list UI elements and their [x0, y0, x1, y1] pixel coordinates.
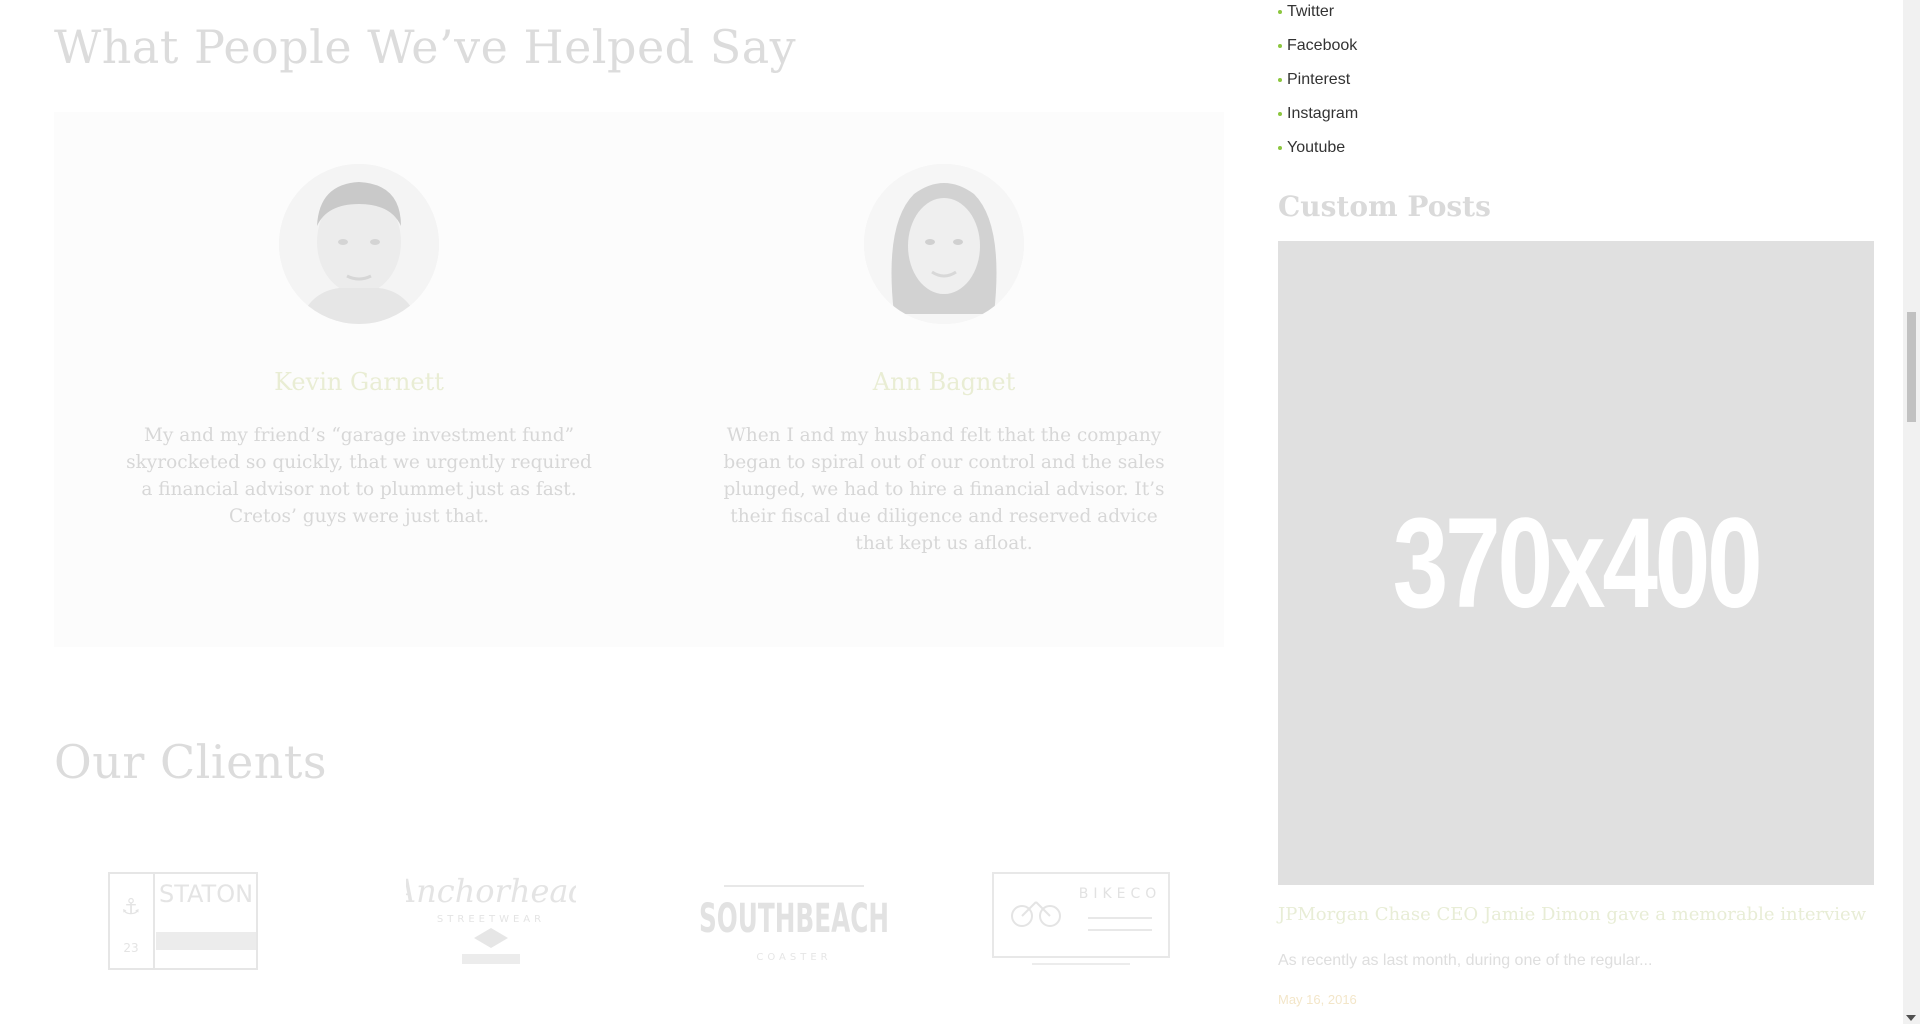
client-logo-staton[interactable]: ⚓ 23 STATON: [108, 872, 258, 972]
logo-name: STATON: [159, 880, 253, 908]
testimonial-card: Ann Bagnet When I and my husband felt th…: [694, 112, 1194, 557]
sidebar: Twitter Facebook Pinterest Instagram You…: [1278, 0, 1874, 1024]
post-date: May 16, 2016: [1278, 992, 1357, 1007]
social-link-label: Youtube: [1287, 139, 1346, 156]
logo-number: 23: [123, 941, 138, 955]
testimonial-name: Ann Bagnet: [872, 368, 1016, 396]
post-title-link[interactable]: JPMorgan Chase CEO Jamie Dimon gave a me…: [1278, 904, 1866, 925]
main-column: What People We’ve Helped Say Kevin Garne…: [0, 0, 1240, 1024]
clients-logos: ⚓ 23 STATON Anchorhead STREETWEAR SOUTHB…: [54, 860, 1224, 980]
testimonials-panel: Kevin Garnett My and my friend’s “garage…: [54, 112, 1224, 647]
logo-sub: STREETWEAR: [437, 914, 545, 925]
post-excerpt: As recently as last month, during one of…: [1278, 952, 1653, 969]
svg-text:⚓: ⚓: [121, 895, 141, 920]
testimonials-title: What People We’ve Helped Say: [54, 20, 797, 74]
social-link-twitter[interactable]: Twitter: [1278, 0, 1358, 34]
social-link-label: Instagram: [1287, 105, 1359, 122]
custom-posts-title: Custom Posts: [1278, 190, 1491, 223]
social-link-label: Pinterest: [1287, 71, 1351, 88]
client-logo-bikeco[interactable]: BIKECO: [992, 872, 1170, 972]
bullet-icon: [1278, 112, 1282, 116]
testimonial-quote: My and my friend’s “garage investment fu…: [126, 425, 592, 527]
logo-name: BIKECO: [1079, 886, 1162, 902]
logo-name: Anchorhead: [406, 872, 576, 910]
client-logo-southbeach[interactable]: SOUTHBEACH COASTER: [694, 872, 894, 972]
bullet-icon: [1278, 78, 1282, 82]
logo-name: SOUTHBEACH: [699, 896, 889, 942]
avatar: [279, 164, 439, 324]
client-logo-anchorhead[interactable]: Anchorhead STREETWEAR: [406, 872, 576, 972]
avatar: [864, 164, 1024, 324]
testimonial-quote: When I and my husband felt that the comp…: [723, 425, 1165, 554]
placeholder-label: 370x400: [1392, 491, 1763, 635]
social-link-youtube[interactable]: Youtube: [1278, 136, 1358, 170]
bullet-icon: [1278, 44, 1282, 48]
post-image-placeholder[interactable]: 370x400: [1278, 241, 1874, 885]
testimonial-card: Kevin Garnett My and my friend’s “garage…: [109, 112, 609, 530]
logo-sub: COASTER: [756, 952, 831, 963]
social-link-label: Twitter: [1287, 3, 1335, 20]
social-link-facebook[interactable]: Facebook: [1278, 34, 1358, 68]
testimonial-name: Kevin Garnett: [274, 368, 444, 396]
social-link-instagram[interactable]: Instagram: [1278, 102, 1358, 136]
bullet-icon: [1278, 10, 1282, 14]
social-links-list: Twitter Facebook Pinterest Instagram You…: [1278, 0, 1358, 170]
social-link-label: Facebook: [1287, 37, 1358, 54]
clients-title: Our Clients: [54, 735, 328, 789]
scrollbar-thumb[interactable]: [1907, 312, 1916, 422]
bullet-icon: [1278, 146, 1282, 150]
scroll-down-arrow-icon[interactable]: [1906, 1015, 1916, 1021]
vertical-scrollbar[interactable]: [1903, 0, 1920, 1024]
social-link-pinterest[interactable]: Pinterest: [1278, 68, 1358, 102]
